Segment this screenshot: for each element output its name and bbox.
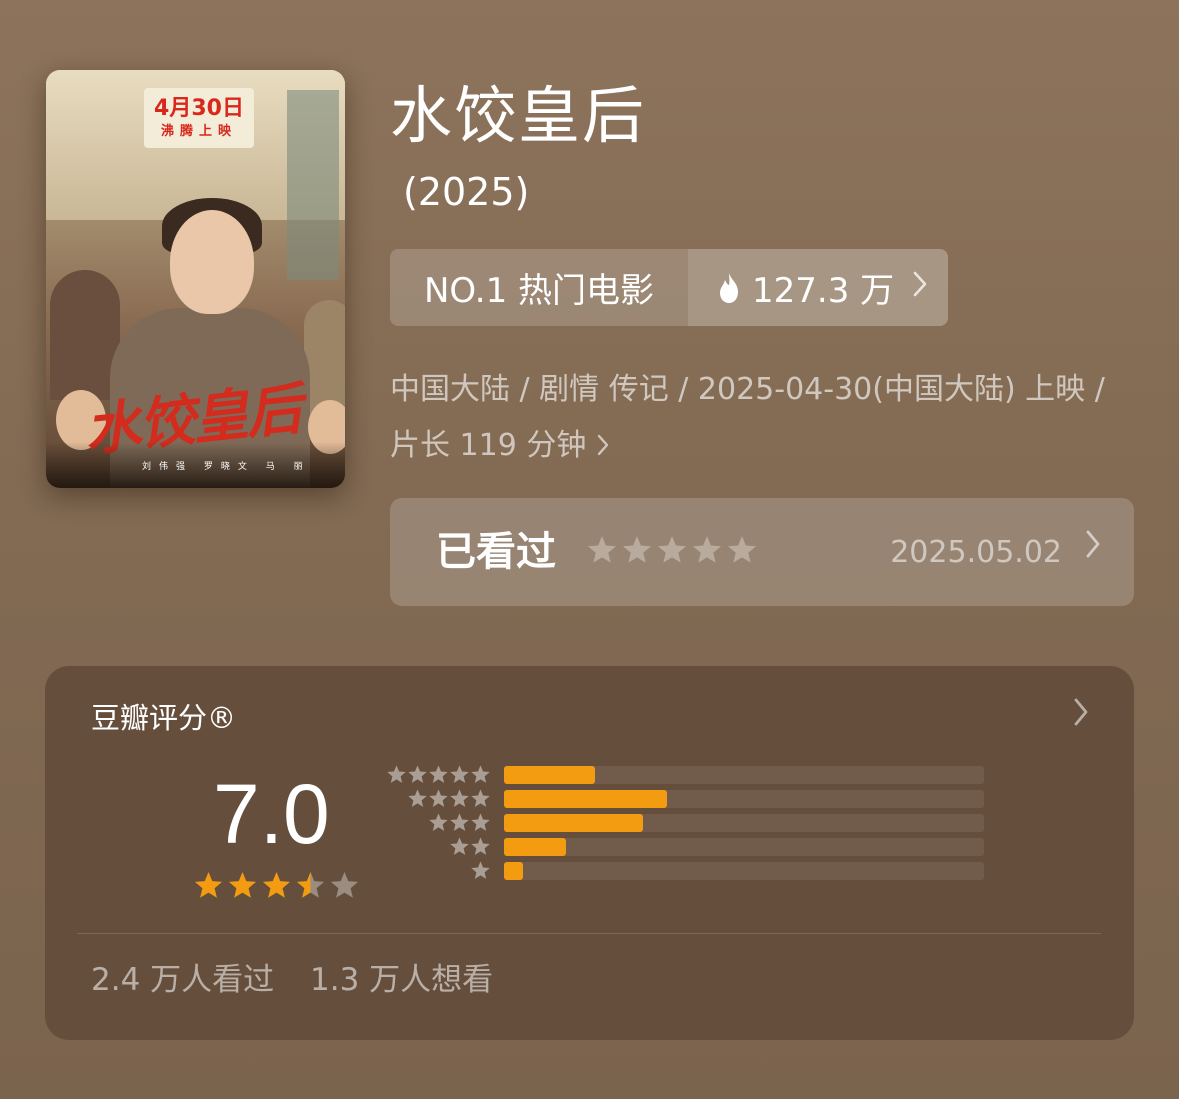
star-icon: [429, 789, 448, 807]
star-icon: [228, 871, 257, 898]
movie-meta[interactable]: 中国大陆 / 剧情 传记 / 2025-04-30(中国大陆) 上映 / 片长 …: [390, 362, 1130, 474]
distribution-bar-track: [504, 790, 984, 808]
user-rating-stars[interactable]: [586, 534, 758, 566]
star-icon: [693, 536, 721, 563]
star-icon: [471, 861, 490, 879]
chevron-right-icon: [1084, 528, 1102, 569]
rating-stars: [193, 870, 360, 901]
watched-date: 2025.05.02: [890, 535, 1062, 570]
distribution-stars: [385, 812, 491, 833]
poster-release-date: 4月30日: [154, 96, 244, 121]
star-icon: [658, 536, 686, 563]
star-icon: [387, 765, 406, 783]
flame-icon: [720, 272, 738, 303]
star-icon: [330, 871, 359, 898]
star-icon: [588, 536, 616, 563]
rank-chip[interactable]: NO.1 热门电影 127.3 万: [390, 249, 948, 326]
poster-release-text: 沸腾上映: [160, 124, 237, 139]
distribution-bar: [504, 862, 524, 880]
distribution-bar: [504, 838, 567, 856]
star-icon: [471, 813, 490, 831]
watched-count[interactable]: 2.4 万人看过: [91, 962, 274, 998]
watched-status-card[interactable]: 已看过 2025.05.02: [390, 498, 1134, 606]
distribution-stars: [385, 764, 491, 785]
star-icon: [429, 765, 448, 783]
divider: [77, 933, 1101, 934]
distribution-stars: [385, 788, 491, 809]
star-icon: [471, 765, 490, 783]
movie-title: 水饺皇后: [390, 79, 647, 152]
star-icon: [194, 871, 223, 898]
star-icon: [450, 765, 469, 783]
star-icon: [262, 871, 291, 898]
heat-value: 127.3 万: [752, 271, 895, 311]
star-icon: [450, 837, 469, 855]
star-icon: [623, 536, 651, 563]
star-icon: [471, 837, 490, 855]
distribution-bar: [504, 766, 596, 784]
star-icon: [408, 789, 427, 807]
rating-title: 豆瓣评分®: [91, 701, 237, 735]
distribution-bar: [504, 790, 668, 808]
movie-year: (2025): [403, 170, 530, 214]
douban-rating-card[interactable]: 豆瓣评分® 7.0 2.4 万人看过 1.3 万人想看: [45, 666, 1134, 1040]
star-icon: [728, 536, 756, 563]
distribution-bar: [504, 814, 644, 832]
chevron-right-icon: [912, 270, 928, 306]
heat-button[interactable]: 127.3 万: [688, 249, 948, 326]
star-icon: [450, 789, 469, 807]
distribution-bar-track: [504, 862, 984, 880]
movie-poster[interactable]: 4月30日 沸腾上映 水饺皇后 刘伟强 罗晓文 马 丽: [46, 70, 345, 488]
star-icon: [450, 813, 469, 831]
rating-footer: 2.4 万人看过 1.3 万人想看: [91, 956, 519, 1004]
star-icon: [429, 813, 448, 831]
chevron-right-icon[interactable]: [1072, 696, 1090, 737]
distribution-bar-track: [504, 814, 984, 832]
movie-meta-text: 中国大陆 / 剧情 传记 / 2025-04-30(中国大陆) 上映 / 片长 …: [390, 372, 1105, 463]
distribution-bar-track: [504, 838, 984, 856]
chevron-right-icon: [596, 428, 610, 463]
poster-main-face: [170, 210, 254, 314]
star-icon: [471, 789, 490, 807]
poster-credits: 刘伟强 罗晓文 马 丽: [142, 462, 311, 472]
distribution-bar-track: [504, 766, 984, 784]
distribution-stars: [385, 836, 491, 857]
want-count[interactable]: 1.3 万人想看: [310, 962, 493, 998]
star-icon: [296, 871, 325, 898]
rating-score: 7.0: [213, 767, 330, 861]
rank-label[interactable]: NO.1 热门电影: [390, 249, 688, 326]
distribution-stars: [385, 860, 491, 881]
star-icon: [408, 765, 427, 783]
watched-label: 已看过: [436, 529, 556, 575]
poster-shop-sign: [287, 90, 339, 280]
